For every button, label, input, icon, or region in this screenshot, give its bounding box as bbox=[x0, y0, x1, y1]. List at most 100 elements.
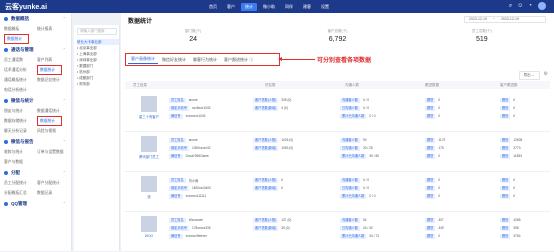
sidebar-item[interactable]: 订单与设置数据 bbox=[37, 147, 70, 157]
key-value: 微信号 Dova1996Game bbox=[169, 152, 211, 160]
stats-summary: 部门数(个) 24 客户总数(个) 6,792 员工总数(个) 519 bbox=[121, 26, 554, 50]
value: 0 bbox=[513, 98, 516, 102]
chevron-up-icon[interactable]: ⌃ bbox=[63, 201, 66, 206]
sidebar-item[interactable]: 通话概括统计 bbox=[4, 75, 37, 85]
chevron-up-icon[interactable]: ⌃ bbox=[63, 98, 66, 103]
top-nav-item[interactable]: 微小助 bbox=[259, 3, 279, 11]
top-nav-item[interactable]: 统计 bbox=[241, 3, 257, 11]
sidebar-item[interactable]: 数据记忆统计 bbox=[37, 75, 70, 85]
sidebar-item[interactable]: 统计报表 bbox=[37, 24, 70, 34]
sidebar-item[interactable]: 电话分析统计 bbox=[4, 85, 37, 95]
value-label: 客户总数(新增) bbox=[253, 145, 279, 151]
date-range-picker[interactable]: 2023-12-19 ~ 2023-12-19 bbox=[464, 16, 546, 23]
top-nav-item[interactable]: 客户 bbox=[223, 3, 239, 11]
sidebar-item[interactable]: 员工通话数 bbox=[4, 55, 37, 65]
gear-icon[interactable]: ⚙ bbox=[544, 71, 548, 80]
value-label: 跟进 bbox=[500, 177, 511, 183]
sidebar-item[interactable]: 客户分配统计 bbox=[37, 178, 70, 188]
value: 刘小雨 bbox=[188, 178, 199, 183]
value-label: 绑定手机号 bbox=[169, 105, 189, 111]
tree-item[interactable]: • 财务部 bbox=[77, 81, 119, 87]
top-nav-item[interactable]: 设置 bbox=[317, 3, 333, 11]
top-nav-item[interactable]: 建客 bbox=[299, 3, 315, 11]
sidebar-row: 聊天分析记录 风险与视频 bbox=[0, 126, 71, 136]
sidebar-section-header[interactable]: QQ管理 ⌃ bbox=[0, 200, 71, 209]
stats-tab[interactable]: 客户画像统计 bbox=[128, 55, 158, 64]
bell-icon[interactable]: ◔ bbox=[528, 2, 532, 10]
chevron-up-icon[interactable]: ⌃ bbox=[63, 47, 66, 52]
value: 175 bbox=[438, 146, 444, 150]
stats-tab[interactable]: 客户跟进统计 ⓘ bbox=[221, 56, 256, 64]
stat-card: 员工总数(个) 519 bbox=[410, 26, 554, 50]
value: 0 / 0 bbox=[362, 106, 370, 110]
value-label: 已沟通人数 bbox=[340, 105, 360, 111]
value-label: 微信号 bbox=[169, 113, 183, 119]
date-separator: ~ bbox=[492, 17, 495, 21]
sidebar-item[interactable]: 数据统计 bbox=[37, 65, 62, 75]
sidebar-item[interactable]: 分配概括汇总 bbox=[4, 188, 37, 198]
top-icons: ⌕ ☺ ◔ bbox=[504, 2, 546, 10]
sidebar-item[interactable]: 朋友与统计 bbox=[4, 106, 37, 116]
stats-tabs: 客户画像统计 微信好友统计 聊客行为统计 客户跟进统计 ⓘ bbox=[125, 53, 280, 66]
value: 12605 bbox=[513, 138, 523, 142]
sidebar-item[interactable]: 数据概括 bbox=[4, 24, 37, 34]
employee-cell[interactable]: 张 bbox=[129, 176, 169, 199]
employee-name[interactable]: WOO bbox=[129, 234, 169, 238]
export-button[interactable]: 导出 ⌄ bbox=[518, 71, 540, 80]
sidebar-item bbox=[37, 157, 70, 167]
sidebar-section-header[interactable]: 微信与报告 ⌃ bbox=[0, 138, 71, 147]
sidebar-item[interactable]: 客户与数据 bbox=[4, 157, 37, 167]
value-label: 跟进 bbox=[425, 185, 436, 191]
value-label: 累计已沟通人数 bbox=[340, 113, 367, 119]
top-nav-item[interactable]: 首页 bbox=[205, 3, 221, 11]
sidebar-section-header[interactable]: 通话与管理 ⌃ bbox=[0, 46, 71, 55]
value: 0 bbox=[438, 154, 441, 158]
search-icon[interactable]: ⌕ bbox=[509, 2, 512, 10]
value-label: 跟进 bbox=[425, 177, 436, 183]
sidebar-item[interactable]: 收款与统计 bbox=[4, 147, 37, 157]
employee-name[interactable]: 腾讯部门员工 bbox=[129, 154, 169, 159]
date-from: 2023-12-19 bbox=[469, 17, 487, 21]
employee-name[interactable]: 星三十有客户 bbox=[129, 114, 169, 119]
user-icon[interactable]: ☺ bbox=[517, 2, 523, 10]
employee-name[interactable]: 张 bbox=[129, 194, 169, 199]
key-value: 跟进 2773 bbox=[500, 144, 522, 152]
chevron-up-icon[interactable]: ⌃ bbox=[63, 170, 66, 175]
stats-tab[interactable]: 微信好友统计 bbox=[159, 56, 189, 64]
sidebar-section-header[interactable]: 数据概括 ⌃ bbox=[0, 15, 71, 24]
sidebar-item[interactable]: 话术通话分析 bbox=[4, 65, 37, 75]
chevron-up-icon[interactable]: ⌃ bbox=[63, 16, 66, 21]
key-value: 员工姓名 anone bbox=[169, 96, 210, 104]
sidebar-item[interactable]: 数据通话统计 bbox=[37, 106, 70, 116]
employee-cell[interactable]: 腾讯部门员工 bbox=[129, 136, 169, 159]
sidebar-item[interactable]: 客户列表 bbox=[37, 55, 70, 65]
sidebar-item[interactable]: 数据存储统计 bbox=[4, 116, 37, 126]
tree-search-input[interactable]: 请输入部门搜索 bbox=[77, 28, 117, 35]
value: 1820xxx3400 bbox=[191, 186, 211, 190]
sidebar-item[interactable]: 聊天分析记录 bbox=[4, 126, 37, 136]
top-nav-item[interactable]: 同伴 bbox=[281, 3, 297, 11]
value-label: 客户总数(人数) bbox=[253, 137, 279, 143]
sidebar-item[interactable]: 风险与视频 bbox=[37, 126, 70, 136]
sidebar-section-header[interactable]: 微信与统计 ⌃ bbox=[0, 97, 71, 106]
app-logo[interactable]: 云客yunke.ai bbox=[5, 2, 47, 12]
sidebar-item[interactable]: 数据统计 bbox=[37, 116, 62, 126]
sidebar-item[interactable]: 数据统计 bbox=[4, 34, 29, 44]
sidebar-item[interactable]: 数据记录 bbox=[37, 188, 70, 198]
value: 0 bbox=[281, 186, 284, 190]
value: 0 / 0 bbox=[369, 194, 376, 198]
avatar[interactable] bbox=[538, 2, 546, 10]
section-icon bbox=[4, 140, 8, 144]
key-value: 累计已沟通人数 0 / 0 bbox=[340, 192, 376, 200]
employee-cell[interactable]: 星三十有客户 bbox=[129, 96, 169, 119]
key-value: 跟进 398 bbox=[500, 224, 520, 232]
sidebar-item[interactable]: 员工分配统计 bbox=[4, 178, 37, 188]
avatar bbox=[141, 216, 157, 232]
employee-cell[interactable]: WOO bbox=[129, 216, 169, 238]
key-value: 已沟通人数 30 / 25 bbox=[340, 144, 379, 152]
sidebar-section-header[interactable]: 分配 ⌃ bbox=[0, 169, 71, 178]
value: 1026 (0) bbox=[281, 138, 294, 142]
stats-tab[interactable]: 聊客行为统计 bbox=[190, 56, 220, 64]
chevron-up-icon[interactable]: ⌃ bbox=[63, 139, 66, 144]
value-label: 累计已沟通人数 bbox=[340, 193, 367, 199]
